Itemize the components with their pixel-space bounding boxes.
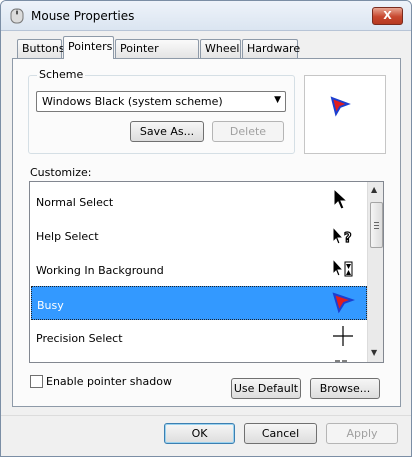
scroll-thumb[interactable] bbox=[370, 202, 383, 248]
crosshair-icon bbox=[333, 326, 353, 346]
help-arrow-icon: ? bbox=[332, 225, 352, 246]
tab-wheel[interactable]: Wheel bbox=[200, 39, 241, 58]
cancel-button[interactable]: Cancel bbox=[244, 423, 317, 444]
tab-pointers[interactable]: Pointers bbox=[63, 36, 114, 59]
footer-divider bbox=[1, 415, 411, 416]
browse-button[interactable]: Browse... bbox=[310, 378, 380, 399]
list-item-label: Precision Select bbox=[36, 332, 123, 345]
busy-icon bbox=[332, 292, 355, 314]
scheme-dropdown[interactable]: Windows Black (system scheme) ▼ bbox=[36, 91, 286, 112]
mouse-app-icon bbox=[10, 8, 24, 24]
customize-label: Customize: bbox=[30, 166, 92, 179]
close-icon: X bbox=[383, 9, 392, 22]
scroll-down-icon[interactable]: ▼ bbox=[371, 348, 377, 357]
window-title: Mouse Properties bbox=[31, 9, 135, 23]
scheme-group bbox=[28, 75, 295, 154]
title-bar[interactable]: Mouse Properties X bbox=[1, 1, 411, 31]
scheme-label: Scheme bbox=[37, 68, 86, 81]
svg-text:?: ? bbox=[344, 231, 352, 246]
list-item[interactable]: Help Select ? bbox=[31, 218, 367, 252]
working-arrow-icon bbox=[332, 257, 353, 277]
list-item[interactable]: Normal Select bbox=[31, 184, 367, 218]
list-item[interactable]: Working In Background bbox=[31, 252, 367, 286]
next-cursor-partial-icon bbox=[335, 360, 347, 362]
apply-button[interactable]: Apply bbox=[326, 423, 398, 444]
pointer-shadow-checkbox[interactable] bbox=[30, 375, 43, 388]
save-as-button[interactable]: Save As... bbox=[130, 121, 204, 142]
list-item-selected[interactable]: Busy bbox=[31, 286, 367, 320]
list-scrollbar[interactable]: ▲ ▼ bbox=[367, 182, 383, 362]
mouse-properties-window: Mouse Properties X Buttons Pointers Poin… bbox=[0, 0, 412, 457]
list-item-label: Help Select bbox=[36, 230, 99, 243]
list-item[interactable]: Precision Select bbox=[31, 320, 367, 354]
list-item-label: Working In Background bbox=[36, 264, 164, 277]
chevron-down-icon: ▼ bbox=[274, 95, 281, 105]
close-button[interactable]: X bbox=[372, 7, 403, 25]
list-item-label: Busy bbox=[37, 299, 64, 312]
tab-pointer-options[interactable]: Pointer Options bbox=[115, 39, 199, 72]
pointer-shadow-label: Enable pointer shadow bbox=[46, 375, 172, 388]
busy-icon bbox=[330, 96, 351, 117]
cursor-list[interactable]: Normal Select Help Select ? Working In B… bbox=[29, 181, 384, 363]
delete-button[interactable]: Delete bbox=[212, 121, 284, 142]
tab-hardware[interactable]: Hardware bbox=[242, 39, 300, 58]
scheme-dropdown-value: Windows Black (system scheme) bbox=[42, 95, 223, 108]
ok-button[interactable]: OK bbox=[164, 423, 235, 444]
use-default-button[interactable]: Use Default bbox=[231, 378, 301, 399]
scroll-up-icon[interactable]: ▲ bbox=[371, 185, 377, 194]
list-item-label: Normal Select bbox=[36, 196, 114, 209]
pointer-preview bbox=[304, 75, 386, 154]
tab-buttons[interactable]: Buttons bbox=[17, 39, 65, 58]
black-arrow-icon bbox=[333, 188, 349, 210]
